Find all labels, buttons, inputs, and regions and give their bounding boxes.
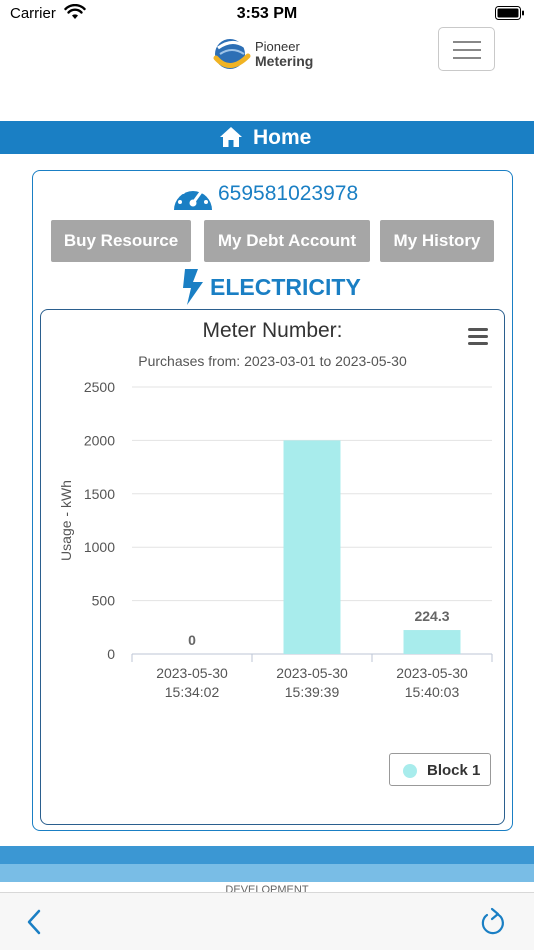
browser-toolbar	[0, 892, 534, 950]
y-tick-label: 1500	[84, 486, 115, 502]
reload-icon[interactable]	[478, 906, 508, 938]
chart-title: Meter Number:	[202, 319, 343, 342]
gauge-icon	[174, 186, 212, 210]
logo-globe-icon	[213, 39, 251, 69]
meter-card: 659581023978 Buy Resource My Debt Accoun…	[32, 170, 513, 831]
resource-label: ELECTRICITY	[210, 274, 361, 300]
y-tick-label: 2000	[84, 432, 115, 448]
x-tick-label: 15:39:39	[285, 684, 340, 700]
y-axis-label: Usage - kWh	[58, 480, 74, 561]
y-tick-label: 0	[107, 646, 115, 662]
footer-band-light	[0, 864, 534, 882]
y-tick-label: 500	[92, 593, 116, 609]
logo-text-line2: Metering	[255, 53, 314, 69]
x-tick-label: 15:40:03	[405, 684, 460, 700]
history-button[interactable]: My History	[380, 220, 494, 262]
x-tick-label: 2023-05-30	[156, 665, 228, 681]
meter-number: 659581023978	[218, 182, 359, 205]
x-tick-label: 2023-05-30	[276, 665, 348, 681]
chevron-left-icon[interactable]	[25, 908, 43, 936]
meter-row: 659581023978	[33, 179, 512, 211]
usage-chart: 0 500 1000 1500 2000 2500 Usage - kWh 0 2023-05-…	[40, 309, 505, 825]
x-tick-label: 2023-05-30	[396, 665, 468, 681]
footer-band	[0, 846, 534, 864]
chart-legend[interactable]: Block 1	[389, 753, 491, 786]
hamburger-icon	[453, 41, 481, 43]
page-title-bar: Home	[0, 121, 534, 154]
app-logo[interactable]: Pioneer Metering	[210, 34, 330, 76]
chart-menu-button[interactable]	[466, 326, 490, 346]
y-tick-label: 2500	[84, 379, 115, 395]
chart-subtitle: Purchases from: 2023-03-01 to 2023-05-30	[138, 353, 407, 369]
clock: 3:53 PM	[236, 5, 298, 22]
logo-text-line1: Pioneer	[255, 39, 300, 54]
legend-label: Block 1	[427, 762, 481, 779]
status-bar: Carrier 3:53 PM	[0, 0, 534, 28]
y-tick-label: 1000	[84, 539, 115, 555]
chart-canvas: 0 500 1000 1500 2000 2500 Usage - kWh 0 2023-05-…	[58, 379, 493, 700]
data-label: 224.3	[414, 608, 449, 624]
legend-swatch	[403, 764, 417, 778]
menu-button[interactable]	[438, 27, 495, 71]
page-title: Home	[253, 126, 312, 149]
buy-resource-button[interactable]: Buy Resource	[51, 220, 191, 262]
bar	[403, 630, 461, 654]
debt-account-button[interactable]: My Debt Account	[204, 220, 370, 262]
home-icon	[220, 127, 242, 147]
bar	[283, 440, 341, 654]
chart-menu-icon	[468, 328, 488, 331]
data-label: 0	[188, 632, 196, 648]
lightning-icon	[183, 269, 203, 305]
x-tick-label: 15:34:02	[165, 684, 220, 700]
battery-icon	[495, 6, 524, 20]
